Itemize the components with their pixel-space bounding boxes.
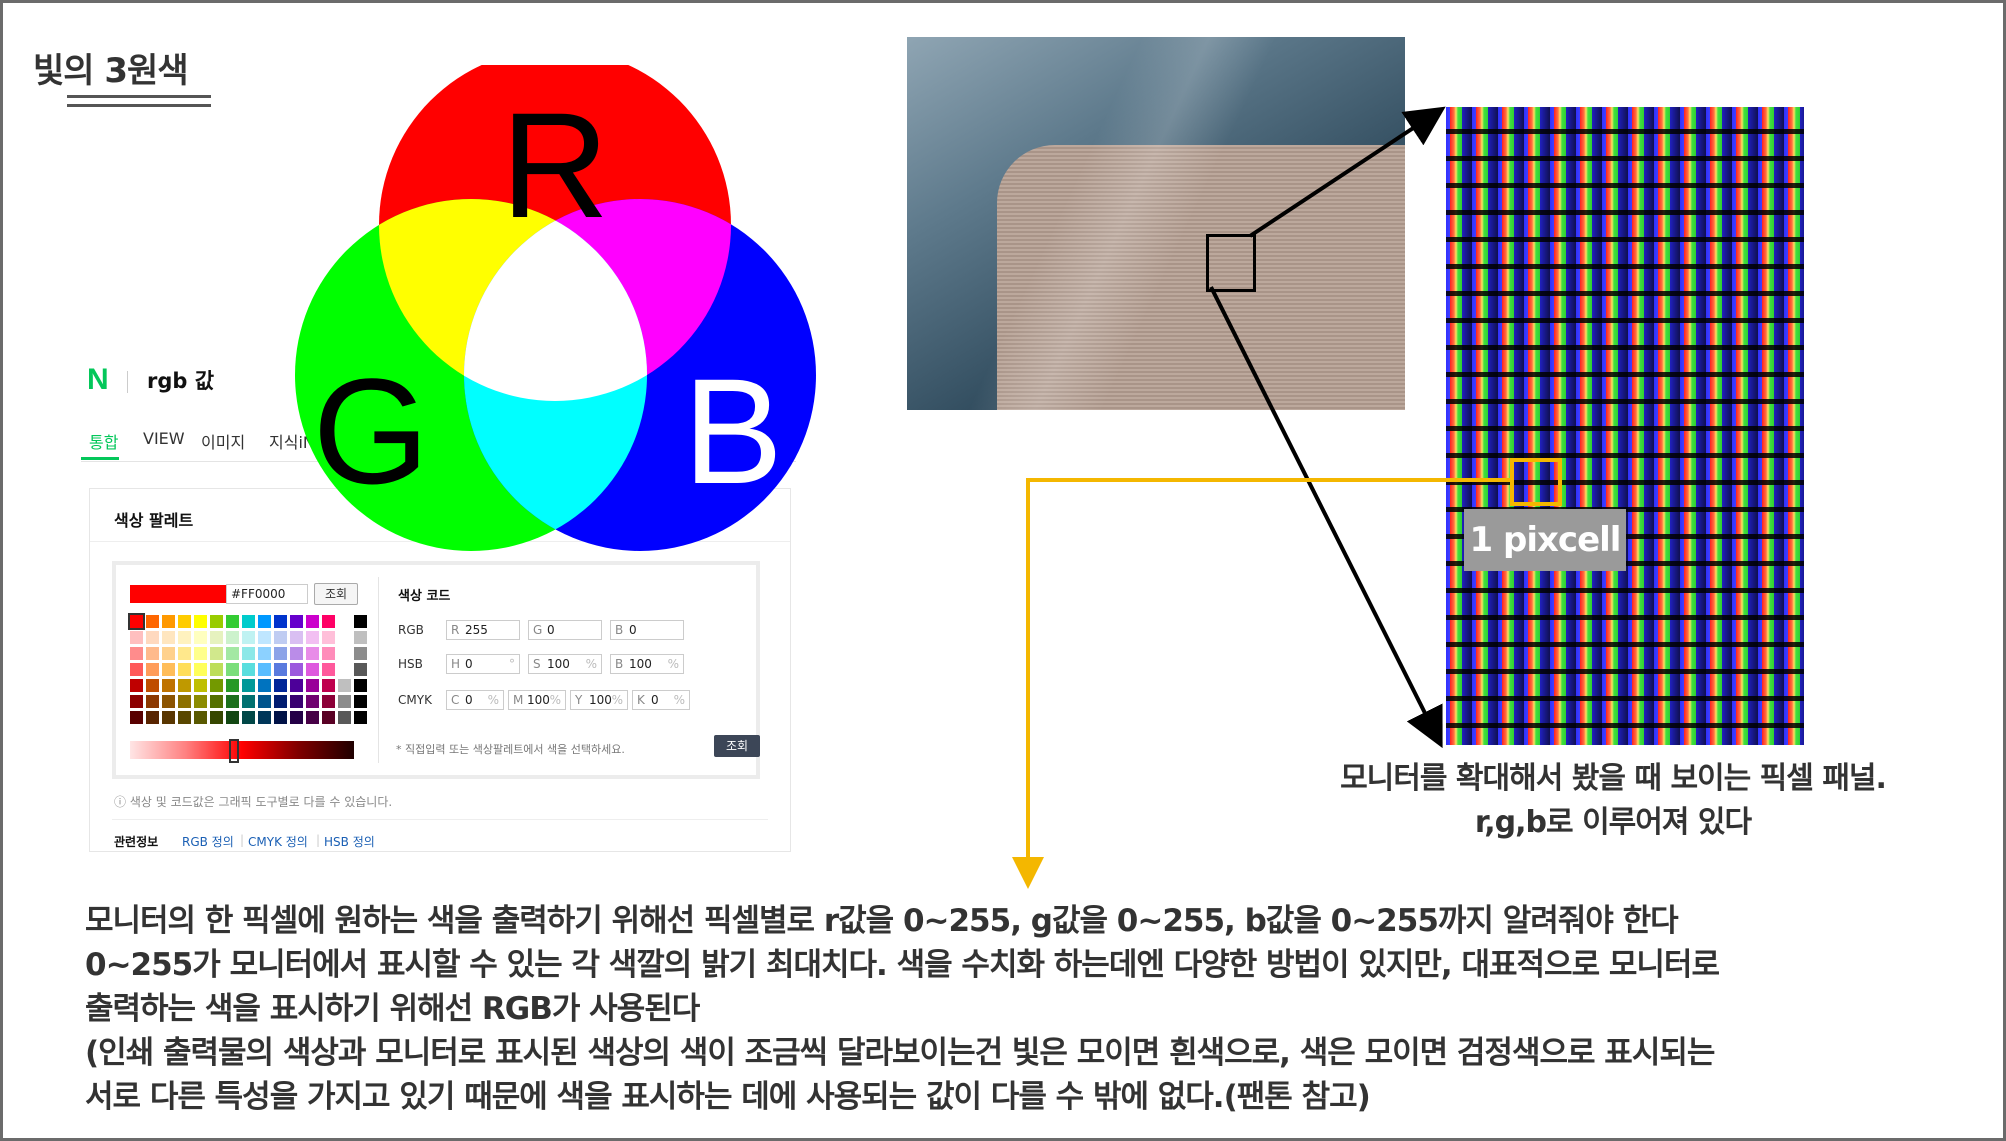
- caption-line: 모니터를 확대해서 봤을 때 보이는 픽셀 패널.: [1340, 761, 1887, 796]
- slide: 빛의 3원색 N rgb 값 통합 VIEW 이미지 지식iN 색상 팔레트 #…: [0, 0, 2006, 1141]
- body-line: 0~255가 모니터에서 표시할 수 있는 각 색깔의 밝기 최대치다. 색을 …: [85, 947, 1720, 983]
- zoom-arrow-top: [1248, 106, 1446, 238]
- pixel-panel-caption: 모니터를 확대해서 봤을 때 보이는 픽셀 패널. r,g,b로 이루어져 있다: [1203, 757, 2003, 845]
- zoom-arrow-bottom: [1209, 286, 1443, 749]
- explanation-text: 모니터의 한 픽셀에 원하는 색을 출력하기 위해선 픽셀별로 r값을 0~25…: [85, 899, 1985, 1119]
- body-line: 모니터의 한 픽셀에 원하는 색을 출력하기 위해선 픽셀별로 r값을 0~25…: [85, 903, 1679, 939]
- caption-line: r,g,b로 이루어져 있다: [1474, 805, 1752, 840]
- body-line: 서로 다른 특성을 가지고 있기 때문에 색을 표시하는 데에 사용되는 값이 …: [85, 1079, 1371, 1115]
- body-line: 출력하는 색을 표시하기 위해선 RGB가 사용된다: [85, 991, 700, 1027]
- body-line: (인쇄 출력물의 색상과 모니터로 표시된 색상의 색이 조금씩 달라보이는건 …: [85, 1035, 1715, 1071]
